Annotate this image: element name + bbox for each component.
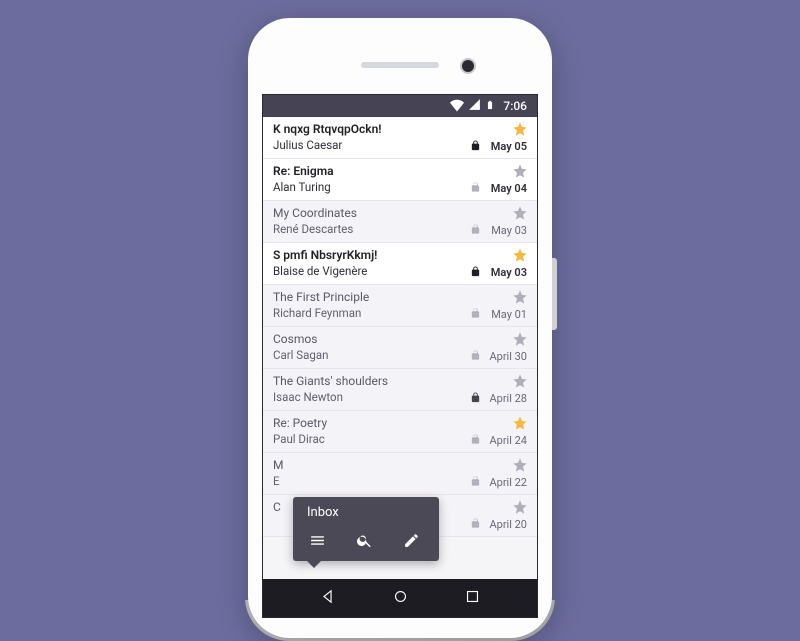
- email-date: May 04: [491, 182, 527, 195]
- inbox-toolbar-title: Inbox: [307, 505, 429, 520]
- menu-icon[interactable]: [309, 532, 326, 553]
- star-icon[interactable]: [512, 373, 528, 392]
- lock-open-icon: [470, 308, 481, 322]
- lock-open-icon: [470, 182, 481, 196]
- nav-back-icon[interactable]: [319, 588, 336, 609]
- signal-icon: [468, 98, 481, 114]
- email-date: May 03: [491, 266, 527, 279]
- star-icon[interactable]: [512, 499, 528, 518]
- phone-side-button: [552, 258, 557, 330]
- email-subject: The Giants' shoulders: [273, 373, 527, 390]
- email-date: May 03: [491, 224, 527, 237]
- screen: 7:06 K nqxg RtqvqpOckn!Julius CaesarMay …: [262, 94, 538, 618]
- lock-open-icon: [470, 434, 481, 448]
- status-bar: 7:06: [263, 95, 537, 117]
- email-sender: Blaise de Vigenère: [273, 264, 527, 279]
- inbox-toolbar: Inbox: [293, 497, 439, 561]
- email-subject: Cosmos: [273, 331, 527, 348]
- wifi-icon: [450, 98, 464, 115]
- email-date: April 30: [489, 350, 527, 363]
- lock-open-icon: [470, 476, 481, 490]
- lock-open-icon: [470, 350, 481, 364]
- email-item[interactable]: My CoordinatesRené DescartesMay 03: [263, 201, 537, 243]
- email-date: April 20: [489, 518, 527, 531]
- star-icon[interactable]: [512, 331, 528, 350]
- email-subject: S pmfi NbsryrKkmj!: [273, 247, 527, 264]
- star-icon[interactable]: [512, 415, 528, 434]
- email-item[interactable]: K nqxg RtqvqpOckn!Julius CaesarMay 05: [263, 117, 537, 159]
- star-icon[interactable]: [512, 289, 528, 308]
- email-subject: Re: Enigma: [273, 163, 527, 180]
- android-nav-bar: [263, 579, 537, 617]
- email-date: May 01: [491, 308, 527, 321]
- search-icon[interactable]: [356, 532, 373, 553]
- email-subject: K nqxg RtqvqpOckn!: [273, 121, 527, 138]
- email-sender: René Descartes: [273, 222, 527, 237]
- email-date: April 24: [489, 434, 527, 447]
- lock-closed-icon: [470, 392, 481, 406]
- compose-icon[interactable]: [403, 532, 420, 553]
- email-item[interactable]: The Giants' shouldersIsaac NewtonApril 2…: [263, 369, 537, 411]
- star-icon[interactable]: [512, 457, 528, 476]
- email-item[interactable]: CosmosCarl SaganApril 30: [263, 327, 537, 369]
- email-sender: Richard Feynman: [273, 306, 527, 321]
- nav-home-icon[interactable]: [392, 588, 409, 609]
- email-date: April 22: [489, 476, 527, 489]
- email-sender: Alan Turing: [273, 180, 527, 195]
- star-icon[interactable]: [512, 163, 528, 182]
- email-subject: Re: Poetry: [273, 415, 527, 432]
- phone-speaker: [361, 62, 439, 68]
- email-item[interactable]: Re: EnigmaAlan TuringMay 04: [263, 159, 537, 201]
- lock-closed-icon: [470, 266, 481, 280]
- lock-closed-icon: [470, 140, 481, 154]
- email-subject: The First Principle: [273, 289, 527, 306]
- lock-open-icon: [470, 224, 481, 238]
- phone-frame: 7:06 K nqxg RtqvqpOckn!Julius CaesarMay …: [248, 18, 552, 638]
- email-date: May 05: [491, 140, 527, 153]
- email-item[interactable]: S pmfi NbsryrKkmj!Blaise de VigenèreMay …: [263, 243, 537, 285]
- battery-icon: [485, 98, 495, 115]
- email-sender: Julius Caesar: [273, 138, 527, 153]
- star-icon[interactable]: [512, 205, 528, 224]
- phone-camera: [460, 58, 476, 74]
- status-time: 7:06: [503, 99, 527, 113]
- star-icon[interactable]: [512, 121, 528, 140]
- star-icon[interactable]: [512, 247, 528, 266]
- email-item[interactable]: The First PrincipleRichard FeynmanMay 01: [263, 285, 537, 327]
- email-item[interactable]: Re: PoetryPaul DiracApril 24: [263, 411, 537, 453]
- email-subject: My Coordinates: [273, 205, 527, 222]
- email-date: April 28: [489, 392, 527, 405]
- email-item[interactable]: MEApril 22: [263, 453, 537, 495]
- nav-recents-icon[interactable]: [464, 588, 481, 609]
- email-subject: M: [273, 457, 527, 474]
- lock-open-icon: [470, 518, 481, 532]
